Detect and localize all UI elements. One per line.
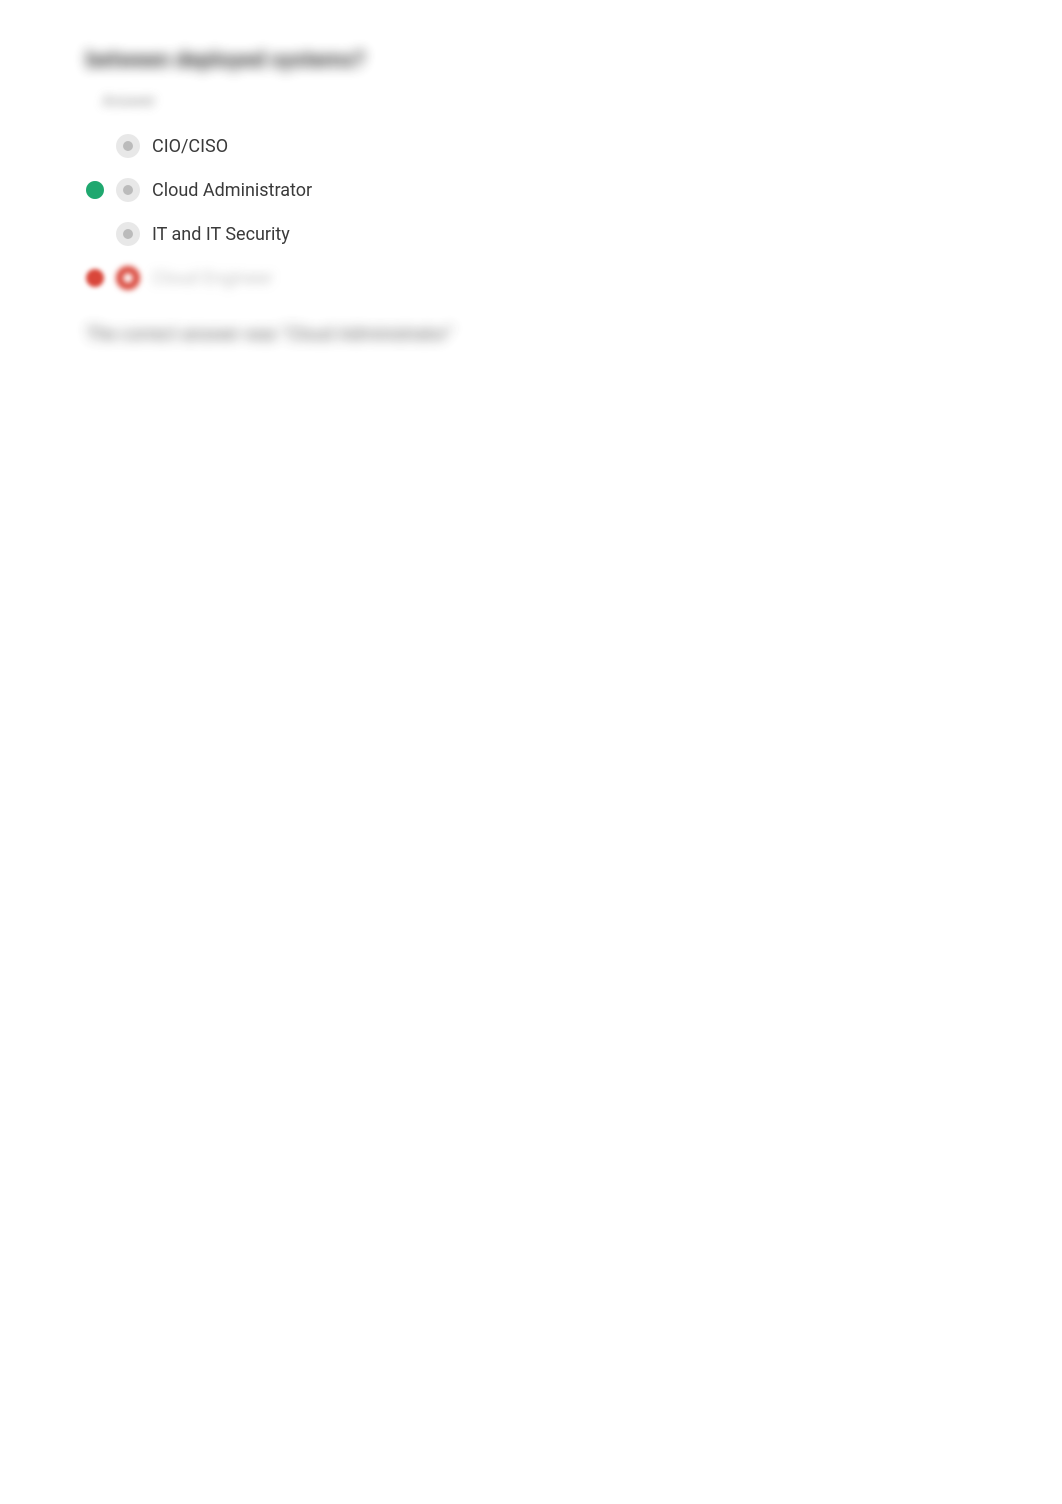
- quiz-content: between deployed systems? Answer CIO/CIS…: [0, 0, 1062, 393]
- option-label: Cloud Administrator: [152, 180, 312, 201]
- option-cloud-engineer[interactable]: Cloud Engineer: [86, 262, 976, 294]
- option-label: Cloud Engineer: [152, 268, 273, 289]
- option-cio-ciso[interactable]: CIO/CISO: [86, 130, 976, 162]
- option-label: CIO/CISO: [152, 136, 228, 157]
- radio-icon: [116, 134, 140, 158]
- radio-icon: [116, 222, 140, 246]
- option-label: IT and IT Security: [152, 224, 290, 245]
- answer-label: Answer: [102, 91, 976, 110]
- correct-marker-icon: [86, 181, 104, 199]
- incorrect-marker-icon: [86, 269, 104, 287]
- radio-selected-icon: [116, 266, 140, 290]
- option-cloud-administrator[interactable]: Cloud Administrator: [86, 174, 976, 206]
- feedback-text: The correct answer was "Cloud Administra…: [86, 324, 976, 345]
- radio-icon: [116, 178, 140, 202]
- question-title: between deployed systems?: [86, 48, 976, 73]
- options-list: CIO/CISO Cloud Administrator IT and IT S…: [86, 130, 976, 294]
- option-it-security[interactable]: IT and IT Security: [86, 218, 976, 250]
